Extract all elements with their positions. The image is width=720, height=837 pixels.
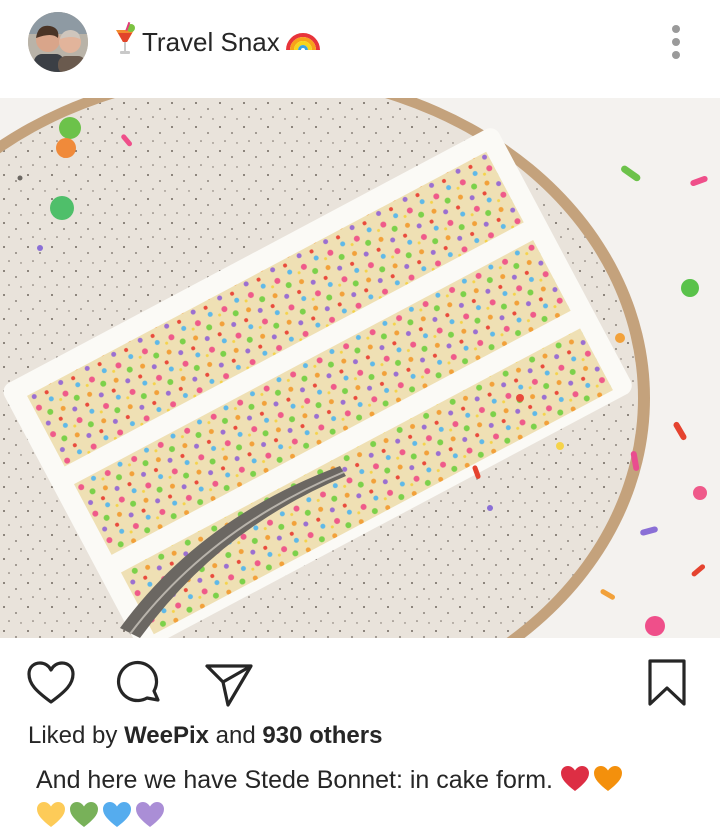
likes-summary[interactable]: Liked by WeePix and 930 others — [28, 722, 382, 750]
post-caption: And here we have Stede Bonnet: in cake f… — [36, 762, 696, 834]
likes-conjunction: and — [215, 722, 256, 749]
heart-emoji-icon — [70, 802, 98, 827]
comment-bubble-icon[interactable] — [116, 660, 164, 713]
post-action-bar — [0, 638, 720, 720]
caption-text: And here we have Stede Bonnet: in cake f… — [36, 766, 553, 794]
likes-others-count[interactable]: 930 others — [262, 722, 382, 749]
post-header: Travel Snax — [0, 0, 720, 98]
heart-emoji-icon — [560, 766, 589, 791]
post-image[interactable] — [0, 98, 720, 638]
more-vertical-icon[interactable] — [664, 22, 688, 62]
avatar[interactable] — [28, 12, 88, 72]
username-text: Travel Snax — [142, 26, 280, 57]
liked-by-user[interactable]: WeePix — [124, 722, 209, 749]
heart-emoji-icon — [593, 766, 622, 791]
bookmark-icon[interactable] — [646, 658, 688, 713]
tropical-drink-icon — [114, 21, 136, 63]
likes-prefix: Liked by — [28, 722, 118, 749]
heart-emoji-icon — [136, 802, 164, 827]
paper-plane-icon[interactable] — [204, 662, 254, 713]
post-username[interactable]: Travel Snax — [114, 21, 320, 63]
rainbow-icon — [285, 26, 320, 59]
heart-outline-icon[interactable] — [26, 660, 76, 711]
heart-emoji-icon — [37, 802, 65, 827]
heart-emoji-icon — [103, 802, 131, 827]
